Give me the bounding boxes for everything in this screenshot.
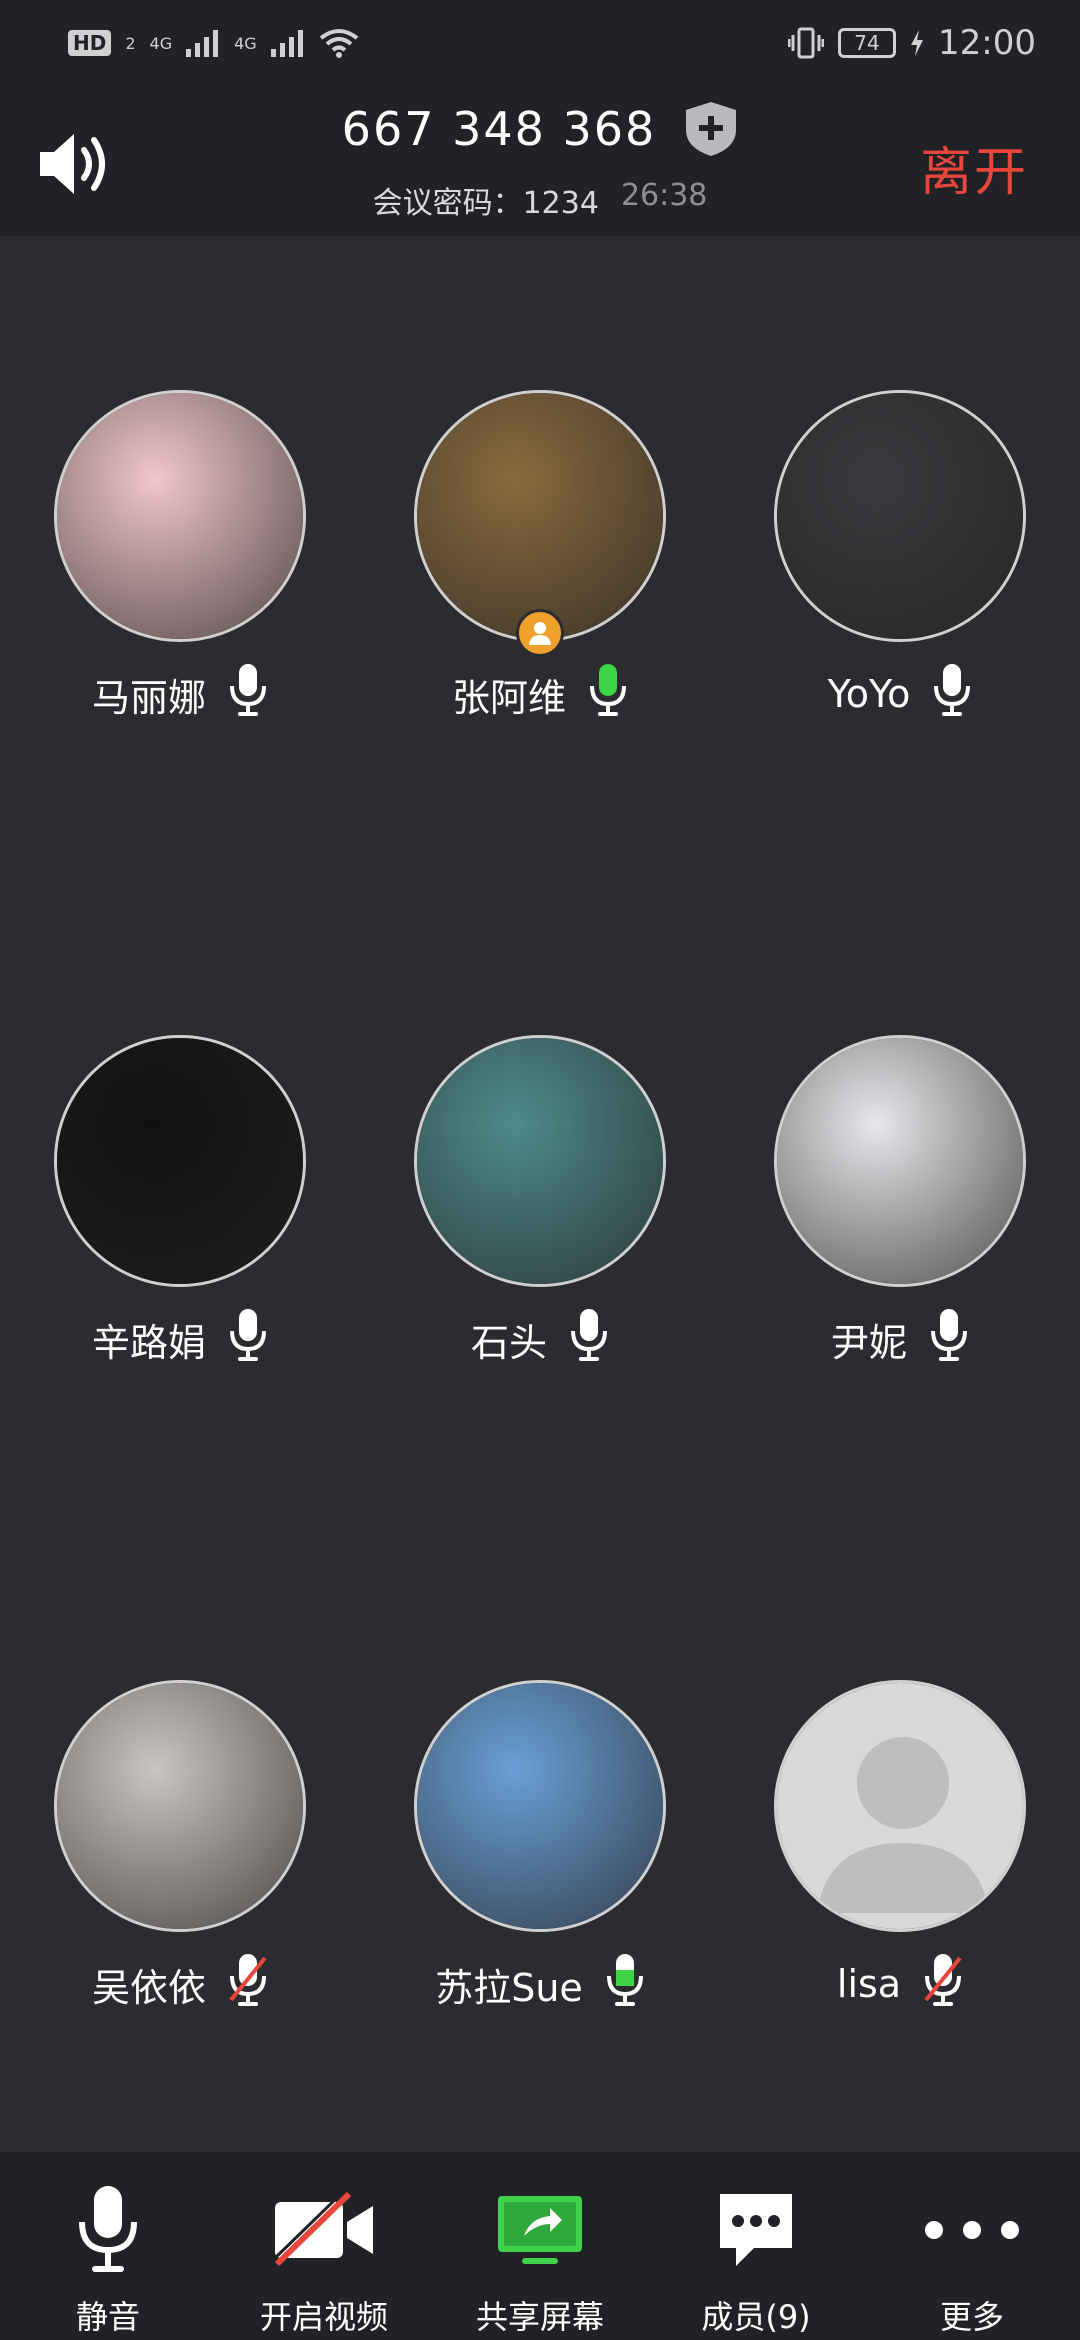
start-video-label: 开启视频 bbox=[259, 2298, 388, 2336]
network-type-1: 4G bbox=[149, 33, 173, 53]
participant-name-row: 苏拉Sue bbox=[360, 1952, 720, 2017]
share-screen-icon bbox=[498, 2196, 582, 2264]
mic-muted-icon bbox=[923, 1952, 963, 2017]
participant-name-row: 石头 bbox=[360, 1307, 720, 1372]
video-off-icon bbox=[271, 2192, 373, 2267]
hd-badge: HD bbox=[68, 30, 112, 56]
participant-name-row: 辛路娟 bbox=[0, 1307, 360, 1372]
participant-name: 张阿维 bbox=[451, 675, 566, 720]
chat-bubble-icon bbox=[720, 2194, 792, 2266]
vibrate-icon bbox=[788, 27, 825, 59]
participant-tile[interactable]: 尹妮 bbox=[720, 1035, 1080, 1369]
status-left: HD 2 4G 4G bbox=[68, 28, 359, 58]
status-bar: HD 2 4G 4G 74 12:00 bbox=[0, 0, 1080, 86]
start-video-button[interactable]: 开启视频 bbox=[224, 2182, 424, 2338]
participant-name: lisa bbox=[836, 1962, 902, 2006]
members-label: 成员(9) bbox=[701, 2298, 811, 2336]
members-button[interactable]: 成员(9) bbox=[656, 2182, 856, 2338]
mute-button[interactable]: 静音 bbox=[8, 2182, 208, 2338]
microphone-icon bbox=[932, 662, 972, 727]
bottom-toolbar: 静音 开启视频 共享屏幕 成员(9) 更多 bbox=[0, 2152, 1080, 2340]
meeting-duration: 26:38 bbox=[620, 178, 708, 213]
network-type-2: 4G bbox=[234, 33, 257, 53]
participant-tile[interactable]: 石头 bbox=[360, 1035, 720, 1369]
participant-name-row: 张阿维 bbox=[360, 662, 720, 727]
avatar[interactable] bbox=[414, 1680, 666, 1932]
share-screen-label: 共享屏幕 bbox=[475, 2298, 604, 2336]
microphone-icon bbox=[605, 1952, 645, 2017]
default-avatar-icon bbox=[817, 1737, 989, 1913]
participant-tile[interactable]: lisa bbox=[720, 1680, 1080, 2014]
microphone-icon bbox=[569, 1307, 609, 1372]
shield-plus-icon[interactable] bbox=[684, 100, 738, 158]
person-icon bbox=[529, 622, 551, 645]
participant-tile[interactable]: 苏拉Sue bbox=[360, 1680, 720, 2014]
more-label: 更多 bbox=[939, 2298, 1004, 2336]
meeting-id-row: 667 348 368 bbox=[0, 100, 1080, 158]
participant-name: YoYo bbox=[827, 672, 911, 716]
leave-button[interactable]: 离开 bbox=[920, 130, 1028, 205]
microphone-icon bbox=[79, 2186, 137, 2272]
avatar[interactable] bbox=[774, 1680, 1026, 1932]
participant-name-row: YoYo bbox=[720, 662, 1080, 727]
participant-name-row: lisa bbox=[720, 1952, 1080, 2017]
battery-indicator: 74 bbox=[838, 28, 897, 58]
participant-name: 吴依依 bbox=[91, 1965, 206, 2010]
status-right: 74 12:00 bbox=[788, 23, 1036, 63]
avatar[interactable] bbox=[54, 1680, 306, 1932]
microphone-icon bbox=[929, 1307, 969, 1372]
avatar[interactable] bbox=[54, 390, 306, 642]
participant-name-row: 马丽娜 bbox=[0, 662, 360, 727]
participant-name: 辛路娟 bbox=[91, 1320, 206, 1365]
avatar[interactable] bbox=[54, 1035, 306, 1287]
avatar[interactable] bbox=[774, 390, 1026, 642]
avatar[interactable] bbox=[414, 1035, 666, 1287]
share-screen-button[interactable]: 共享屏幕 bbox=[440, 2182, 640, 2338]
avatar[interactable] bbox=[774, 1035, 1026, 1287]
participant-tile[interactable]: 马丽娜 bbox=[0, 390, 360, 724]
microphone-icon bbox=[228, 1307, 268, 1372]
signal-icon bbox=[186, 30, 219, 57]
participant-name: 石头 bbox=[470, 1320, 547, 1365]
microphone-icon bbox=[588, 662, 628, 727]
wifi-icon bbox=[319, 29, 358, 58]
signal-icon bbox=[270, 30, 303, 57]
mic-muted-icon bbox=[228, 1952, 268, 2017]
meeting-password: 会议密码：1234 bbox=[372, 186, 599, 221]
participant-tile[interactable]: 辛路娟 bbox=[0, 1035, 360, 1369]
participant-name: 马丽娜 bbox=[91, 675, 206, 720]
participant-name: 尹妮 bbox=[830, 1320, 907, 1365]
sim-slot: 2 bbox=[125, 33, 136, 53]
more-button[interactable]: 更多 bbox=[872, 2182, 1072, 2338]
participant-tile[interactable]: 吴依依 bbox=[0, 1680, 360, 2014]
microphone-icon bbox=[228, 662, 268, 727]
mute-label: 静音 bbox=[75, 2298, 140, 2336]
participant-tile[interactable]: YoYo bbox=[720, 390, 1080, 724]
charging-icon bbox=[911, 30, 924, 56]
password-row: 会议密码：1234 26:38 bbox=[0, 178, 1080, 222]
host-badge bbox=[516, 609, 564, 657]
meeting-id: 667 348 368 bbox=[341, 102, 657, 156]
avatar[interactable] bbox=[414, 390, 666, 657]
meeting-header: 667 348 368 会议密码：1234 26:38 离开 bbox=[0, 86, 1080, 236]
participant-name-row: 尹妮 bbox=[720, 1307, 1080, 1372]
clock: 12:00 bbox=[938, 23, 1036, 63]
more-dots-icon bbox=[925, 2221, 1019, 2239]
participant-name: 苏拉Sue bbox=[435, 1965, 583, 2010]
participant-tile[interactable]: 张阿维 bbox=[360, 390, 720, 724]
participant-name-row: 吴依依 bbox=[0, 1952, 360, 2017]
